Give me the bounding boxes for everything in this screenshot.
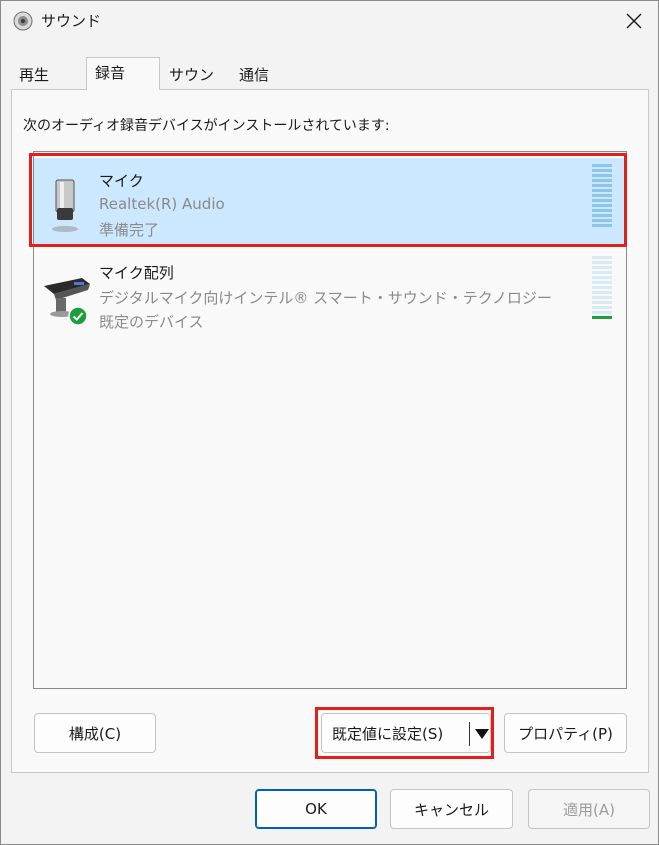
meter-segment xyxy=(592,179,612,182)
ok-button[interactable]: OK xyxy=(255,789,377,829)
tab-communications[interactable]: 通信 xyxy=(231,61,297,89)
level-meter xyxy=(592,256,614,322)
meter-segment xyxy=(592,224,612,227)
meter-segment xyxy=(592,311,612,314)
meter-segment xyxy=(592,189,612,192)
meter-segment xyxy=(592,164,612,167)
meter-segment xyxy=(592,316,612,319)
meter-segment xyxy=(592,271,612,274)
meter-segment xyxy=(592,306,612,309)
device-driver: デジタルマイク向けインテル® スマート・サウンド・テクノロジー xyxy=(99,289,552,307)
device-row-mic-array[interactable]: マイク配列 デジタルマイク向けインテル® スマート・サウンド・テクノロジー 既定… xyxy=(34,250,626,338)
meter-segment xyxy=(592,174,612,177)
meter-segment xyxy=(592,266,612,269)
set-default-label: 既定値に設定(S) xyxy=(332,724,444,743)
meter-segment xyxy=(592,296,612,299)
meter-segment xyxy=(592,256,612,259)
device-driver: Realtek(R) Audio xyxy=(99,195,225,213)
properties-button[interactable]: プロパティ(P) xyxy=(504,713,627,753)
meter-segment xyxy=(592,276,612,279)
set-default-button[interactable]: 既定値に設定(S) xyxy=(321,713,491,753)
tab-playback[interactable]: 再生 xyxy=(11,61,77,89)
device-row-mic[interactable]: マイク Realtek(R) Audio 準備完了 xyxy=(34,158,626,246)
split-divider xyxy=(469,722,470,746)
device-list-description: 次のオーディオ録音デバイスがインストールされています: xyxy=(23,118,390,134)
title-bar: サウンド xyxy=(1,1,658,41)
device-list[interactable]: マイク Realtek(R) Audio 準備完了 マイク配列 デジタルマイク向… xyxy=(33,151,627,689)
close-icon xyxy=(626,13,642,29)
meter-segment xyxy=(592,219,612,222)
meter-segment xyxy=(592,209,612,212)
meter-segment xyxy=(592,281,612,284)
meter-segment xyxy=(592,169,612,172)
chevron-down-icon[interactable] xyxy=(474,727,490,741)
meter-segment xyxy=(592,199,612,202)
device-status: 準備完了 xyxy=(99,221,160,239)
speaker-icon xyxy=(13,11,33,31)
meter-segment xyxy=(592,204,612,207)
tab-strip: 再生 録音 サウンド 通信 xyxy=(11,57,651,112)
window-title: サウンド xyxy=(41,12,102,30)
apply-button[interactable]: 適用(A) xyxy=(528,789,650,829)
tab-sounds[interactable]: サウンド xyxy=(161,61,233,112)
meter-segment xyxy=(592,286,612,289)
close-button[interactable] xyxy=(620,7,648,35)
meter-segment xyxy=(592,214,612,217)
meter-segment xyxy=(592,291,612,294)
meter-segment xyxy=(592,261,612,264)
device-name: マイク配列 xyxy=(99,264,174,282)
configure-button[interactable]: 構成(C) xyxy=(34,713,156,753)
cancel-button[interactable]: キャンセル xyxy=(390,789,513,829)
sound-dialog: サウンド 再生 録音 サウンド 通信 次のオーディオ録音デバイスがインストールさ… xyxy=(0,0,659,845)
check-circle-icon xyxy=(68,306,88,326)
tab-recording[interactable]: 録音 xyxy=(86,57,160,90)
meter-segment xyxy=(592,184,612,187)
meter-segment xyxy=(592,194,612,197)
meter-segment xyxy=(592,301,612,304)
device-name: マイク xyxy=(99,172,144,190)
device-status: 既定のデバイス xyxy=(99,313,204,331)
level-meter xyxy=(592,164,614,230)
microphone-icon xyxy=(42,172,92,234)
